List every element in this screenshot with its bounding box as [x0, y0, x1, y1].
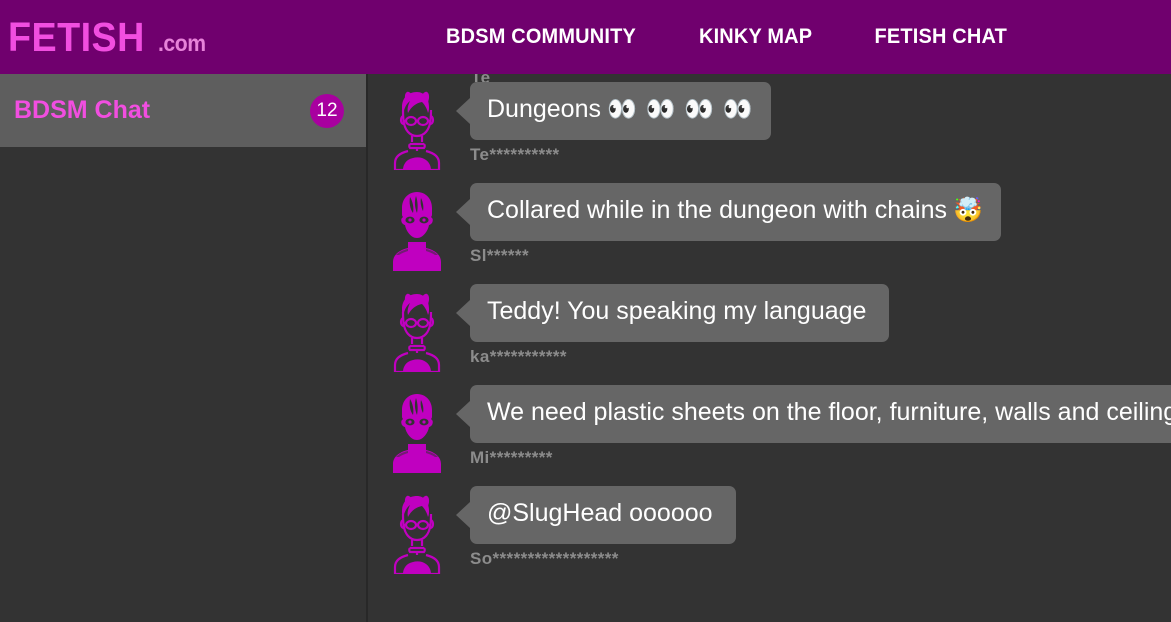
chat-message: We need plastic sheets on the floor, fur…: [368, 385, 1171, 477]
message-emoji: 🤯: [953, 196, 984, 224]
chat-message: Dungeons 👀 👀 👀 👀 Te**********: [368, 82, 1171, 174]
message-bubble: We need plastic sheets on the floor, fur…: [470, 385, 1171, 443]
logo-tld-text: .com: [157, 29, 206, 56]
message-text: Dungeons: [487, 95, 601, 124]
logo-text: FETISH: [8, 13, 145, 60]
site-logo[interactable]: FETISH .com: [0, 14, 209, 61]
bubble-tail: [456, 401, 470, 427]
sidebar-item-bdsm-chat[interactable]: BDSM Chat 12: [0, 74, 366, 147]
message-username: ka***********: [470, 347, 567, 366]
nav-item-fetish-chat[interactable]: FETISH CHAT: [874, 25, 1007, 49]
chat-message-list[interactable]: Te: [368, 74, 1171, 622]
bubble-tail: [456, 300, 470, 326]
message-text: We need plastic sheets on the floor, fur…: [487, 398, 1171, 427]
message-text: Collared while in the dungeon with chain…: [487, 196, 948, 225]
female-masked-avatar-icon: [386, 290, 448, 372]
message-bubble: Teddy! You speaking my language: [470, 284, 890, 342]
nav-item-bdsm-community[interactable]: BDSM COMMUNITY: [446, 25, 636, 49]
message-text: Teddy! You speaking my language: [487, 297, 867, 326]
unread-count-badge: 12: [310, 93, 344, 128]
sidebar-item-label: BDSM Chat: [14, 96, 151, 124]
message-username: Te**********: [470, 145, 560, 164]
clipped-message: Te: [368, 74, 1171, 82]
message-text: @SlugHead oooooo: [487, 499, 713, 528]
message-username: Sl******: [470, 246, 529, 265]
message-username: So******************: [470, 549, 619, 568]
main-navigation: BDSM COMMUNITY KINKY MAP FETISH CHAT: [441, 25, 1010, 49]
message-emoji: 👀 👀 👀 👀: [606, 95, 754, 123]
chat-sidebar: BDSM Chat 12: [0, 74, 368, 622]
chat-message: Teddy! You speaking my language ka******…: [368, 284, 1171, 376]
message-bubble: @SlugHead oooooo: [470, 486, 736, 544]
site-header: FETISH .com BDSM COMMUNITY KINKY MAP FETI…: [0, 0, 1171, 74]
message-bubble: Dungeons 👀 👀 👀 👀: [470, 82, 771, 140]
bubble-tail: [456, 199, 470, 225]
message-bubble: Collared while in the dungeon with chain…: [470, 183, 1001, 241]
chat-message: Collared while in the dungeon with chain…: [368, 183, 1171, 275]
bubble-tail: [456, 502, 470, 528]
main-body: BDSM Chat 12 Te: [0, 74, 1171, 622]
page-root: FETISH .com BDSM COMMUNITY KINKY MAP FETI…: [0, 0, 1171, 622]
male-masked-avatar-icon: [386, 189, 448, 271]
chat-message: @SlugHead oooooo So******************: [368, 486, 1171, 578]
female-masked-avatar-icon: [386, 88, 448, 170]
clipped-username: Te: [471, 74, 491, 82]
sidebar-empty-area: [0, 147, 366, 622]
message-username: Mi*********: [470, 448, 553, 467]
nav-item-kinky-map[interactable]: KINKY MAP: [699, 25, 812, 49]
female-masked-avatar-icon: [386, 492, 448, 574]
male-masked-avatar-icon: [386, 391, 448, 473]
bubble-tail: [456, 98, 470, 124]
